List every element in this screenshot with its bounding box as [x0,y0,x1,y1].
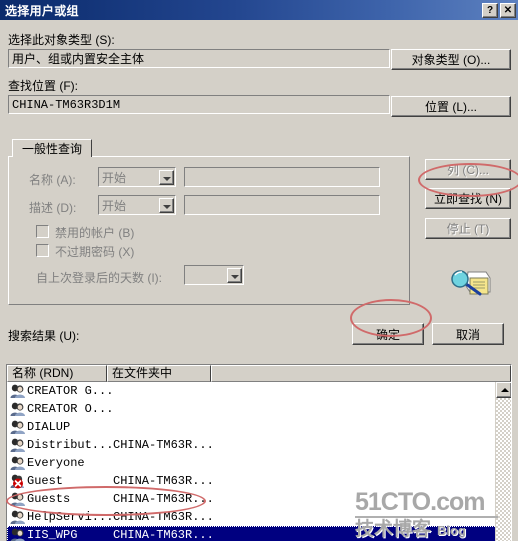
user-disabled-icon [9,473,27,489]
non-expiring-password-label: 不过期密码 (X) [55,245,135,259]
result-row-name: IIS_WPG [27,528,78,541]
result-row-folder: CHINA-TM63R... [113,510,214,524]
group-icon [9,383,27,399]
disabled-accounts-checkbox[interactable] [36,225,49,238]
column-header-folder[interactable]: 在文件夹中 [107,365,211,382]
search-results-label: 搜索结果 (U): [8,329,80,343]
search-magnifier-icon [448,264,492,304]
vertical-scrollbar[interactable] [495,382,511,541]
days-since-logon-select[interactable] [184,265,244,285]
group-icon [9,455,27,471]
disabled-accounts-label: 禁用的帐户 (B) [55,226,135,240]
object-type-button[interactable]: 对象类型 (O)... [391,49,511,70]
group-icon [9,527,27,541]
location-field[interactable]: CHINA-TM63R3D1M [8,95,390,114]
cancel-button[interactable]: 取消 [432,323,504,345]
group-icon [9,491,27,507]
name-condition-value: 开始 [102,170,127,185]
dialog-body: 选择此对象类型 (S): 用户、组或内置安全主体 对象类型 (O)... 查找位… [0,20,518,541]
query-tab-panel: 名称 (A): 开始 描述 (D): 开始 禁用的帐户 (B) 不过期密码 (X… [8,156,410,305]
search-results-list[interactable]: 名称 (RDN) 在文件夹中 CREATOR G... CREATOR O... D… [6,364,512,541]
name-value-field[interactable] [184,167,380,187]
result-row-name: Everyone [27,456,85,470]
table-row[interactable]: CREATOR G... [7,382,511,400]
title-bar[interactable]: 选择用户或组 ? ✕ [0,0,518,20]
chevron-down-icon[interactable] [159,197,174,213]
column-header-extra[interactable] [211,365,511,382]
group-icon [9,437,27,453]
result-row-name: CREATOR G... [27,384,113,398]
stop-button[interactable]: 停止 (T) [425,218,511,239]
result-row-name: DIALUP [27,420,71,434]
scrollbar-track[interactable] [496,398,511,541]
name-condition-select[interactable]: 开始 [98,167,176,187]
object-type-label: 选择此对象类型 (S): [8,33,115,47]
result-row-name: HelpServi... [27,510,113,524]
chevron-down-icon[interactable] [159,169,174,185]
object-type-field[interactable]: 用户、组或内置安全主体 [8,49,390,68]
chevron-down-icon[interactable] [227,267,242,283]
result-row-name: CREATOR O... [27,402,113,416]
result-row-name: Guests [27,492,71,506]
table-row[interactable]: HelpServi... CHINA-TM63R... [7,508,511,526]
description-value-field[interactable] [184,195,380,215]
description-condition-value: 开始 [102,198,127,213]
help-icon[interactable]: ? [482,2,498,18]
group-icon [9,509,27,525]
table-row[interactable]: Guest CHINA-TM63R... [7,472,511,490]
list-rows: CREATOR G... CREATOR O... DIALUP Distribut.… [7,382,511,541]
table-row[interactable]: Everyone [7,454,511,472]
ok-button[interactable]: 确定 [352,323,424,345]
days-since-logon-label: 自上次登录后的天数 (I): [36,271,162,285]
description-label: 描述 (D): [29,201,77,215]
table-row[interactable]: CREATOR O... [7,400,511,418]
tab-common-query[interactable]: 一般性查询 [12,139,93,157]
description-condition-select[interactable]: 开始 [98,195,176,215]
select-users-or-groups-dialog: 选择用户或组 ? ✕ 选择此对象类型 (S): 用户、组或内置安全主体 对象类型… [0,0,518,541]
result-row-folder: CHINA-TM63R... [113,438,214,452]
location-label: 查找位置 (F): [8,79,78,93]
result-row-name: Guest [27,474,64,488]
group-icon [9,419,27,435]
location-button[interactable]: 位置 (L)... [391,96,511,117]
scroll-up-icon[interactable] [496,382,511,398]
result-row-folder: CHINA-TM63R... [113,474,214,488]
query-tabstrip: 一般性查询 名称 (A): 开始 描述 (D): 开始 禁用的帐户 (B) 不过… [8,139,410,305]
list-header-row: 名称 (RDN) 在文件夹中 [7,365,511,382]
columns-button[interactable]: 列 (C)... [425,159,511,180]
result-row-name: Distribut... [27,438,113,452]
result-row-folder: CHINA-TM63R... [113,492,214,506]
close-icon[interactable]: ✕ [500,2,516,18]
group-icon [9,401,27,417]
result-row-selected[interactable]: IIS_WPG CHINA-TM63R... [7,526,511,541]
table-row[interactable]: Guests CHINA-TM63R... [7,490,511,508]
window-title: 选择用户或组 [5,3,79,18]
non-expiring-password-checkbox[interactable] [36,244,49,257]
table-row[interactable]: DIALUP [7,418,511,436]
column-header-name[interactable]: 名称 (RDN) [7,365,107,382]
table-row[interactable]: Distribut... CHINA-TM63R... [7,436,511,454]
title-bar-buttons: ? ✕ [482,2,516,18]
find-now-button[interactable]: 立即查找 (N) [425,188,511,209]
result-row-folder: CHINA-TM63R... [113,528,214,541]
name-label: 名称 (A): [29,173,76,187]
